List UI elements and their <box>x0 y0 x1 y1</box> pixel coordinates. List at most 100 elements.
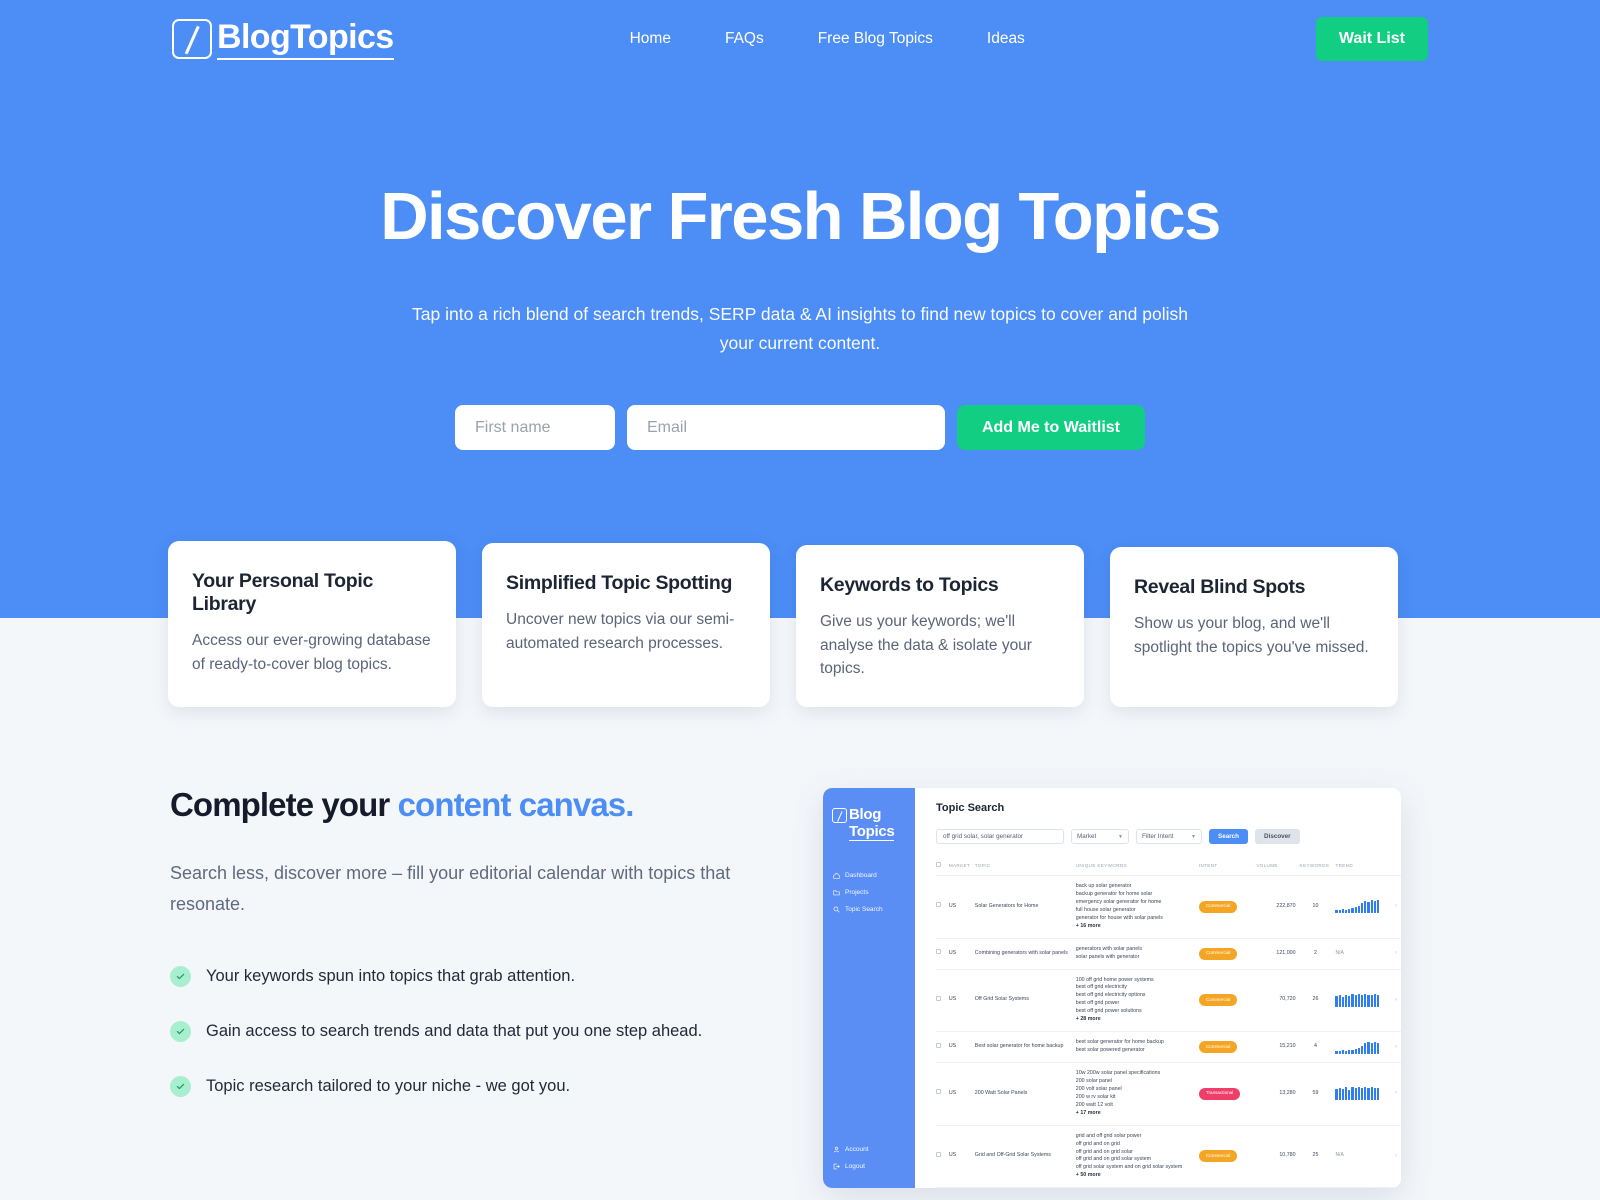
intent-filter-select[interactable]: Filter Intent ▼ <box>1136 829 1202 844</box>
keyword-line: best off grid power solutions <box>1075 1008 1142 1015</box>
table-row[interactable]: US Combining generators with solar panels… <box>936 938 1401 970</box>
sidebar-item-dashboard[interactable]: Dashboard <box>823 867 915 884</box>
checkbox-icon[interactable] <box>936 1089 941 1095</box>
cell-volume: 222,870 <box>1256 875 1300 939</box>
add-me-to-waitlist-button[interactable]: Add Me to Waitlist <box>956 405 1145 451</box>
keyword-more-link[interactable]: + 28 more <box>1076 1016 1195 1024</box>
cell-keyword-count: 2 <box>1299 938 1336 970</box>
keyword-line: off grid solar system and on grid solar … <box>1075 1164 1183 1171</box>
checkbox-icon[interactable] <box>936 1151 941 1157</box>
cell-trend <box>1335 969 1395 1033</box>
checkbox-icon[interactable] <box>936 902 941 908</box>
row-checkbox-cell[interactable] <box>936 1062 949 1126</box>
chevron-right-icon[interactable]: › <box>1395 1153 1397 1159</box>
chevron-right-icon[interactable]: › <box>1395 1044 1397 1050</box>
checkbox-icon[interactable] <box>936 949 941 955</box>
cell-market: US <box>948 875 975 939</box>
cell-row-action[interactable]: › <box>1395 969 1401 1033</box>
keyword-line: 10w 200w solar panel specifications <box>1075 1070 1161 1076</box>
keyword-line: emergency solar generator for home <box>1075 898 1162 905</box>
nav-item-ideas[interactable]: Ideas <box>987 30 1025 48</box>
keyword-line: off grid and on grid solar <box>1075 1148 1133 1155</box>
keyword-more-link[interactable]: + 17 more <box>1076 1110 1195 1118</box>
first-name-input[interactable] <box>455 405 615 451</box>
email-input[interactable] <box>627 405 945 451</box>
cell-intent: Transactional <box>1198 1062 1257 1126</box>
row-checkbox-cell[interactable] <box>936 1031 949 1063</box>
column-header-unique-keywords: UNIQUE KEYWORDS <box>1075 857 1199 876</box>
checkbox-icon[interactable] <box>936 1042 941 1048</box>
table-row[interactable]: US Solar Generators for Home back up solar… <box>936 875 1401 939</box>
chevron-right-icon[interactable]: › <box>1395 997 1397 1003</box>
cell-row-action[interactable]: › <box>1395 875 1401 939</box>
keyword-line: grid and off grid solar power <box>1075 1132 1142 1139</box>
mockup-sidebar-bottom-nav: Account Logout <box>823 1141 915 1188</box>
cell-row-action[interactable]: › <box>1395 1031 1401 1063</box>
cell-market: US <box>948 938 975 970</box>
sidebar-item-logout[interactable]: Logout <box>823 1158 915 1175</box>
cell-row-action[interactable]: › <box>1395 1125 1401 1188</box>
hero-section: BlogTopics Home FAQs Free Blog Topics Id… <box>0 0 1600 707</box>
market-select[interactable]: Market ▼ <box>1071 829 1129 844</box>
cell-trend <box>1335 1062 1395 1126</box>
cell-trend <box>1335 1031 1395 1063</box>
cell-row-action[interactable]: › <box>1395 1062 1401 1126</box>
cell-intent: Commercial <box>1198 875 1257 939</box>
sidebar-item-label: Projects <box>845 889 869 897</box>
sidebar-item-projects[interactable]: Projects <box>823 884 915 901</box>
logout-icon <box>833 1163 840 1170</box>
column-header-keywords: KEYWORDS <box>1299 857 1336 876</box>
trend-sparkline <box>1335 993 1391 1007</box>
row-checkbox-cell[interactable] <box>936 938 949 970</box>
mockup-search-controls: off grid solar, solar generator Market ▼… <box>936 829 1401 844</box>
select-all-checkbox-cell[interactable] <box>936 857 949 876</box>
chevron-right-icon[interactable]: › <box>1395 903 1397 909</box>
list-item: Your keywords spun into topics that grab… <box>170 965 770 987</box>
chevron-right-icon[interactable]: › <box>1395 950 1397 956</box>
table-row[interactable]: US Off Grid Solar Systems 100 off grid hom… <box>936 969 1401 1033</box>
nav-item-home[interactable]: Home <box>630 30 671 48</box>
cell-topic: 200 Watt Solar Panels <box>974 1062 1076 1126</box>
section-subtitle: Search less, discover more – fill your e… <box>170 863 731 914</box>
user-icon <box>833 1146 840 1153</box>
checkbox-icon[interactable] <box>936 862 941 867</box>
sidebar-item-account[interactable]: Account <box>823 1141 915 1158</box>
content-canvas-copy: Complete your content canvas. Search les… <box>170 786 770 1188</box>
checkbox-icon[interactable] <box>936 995 941 1001</box>
hero-subtitle: Tap into a rich blend of search trends, … <box>412 304 1188 353</box>
wait-list-button[interactable]: Wait List <box>1315 17 1428 61</box>
status-badge: Commercial <box>1198 994 1238 1007</box>
discover-button[interactable]: Discover <box>1255 829 1300 844</box>
brand-name: BlogTopics <box>217 18 394 60</box>
folder-icon <box>833 890 840 896</box>
keyword-more-link[interactable]: + 50 more <box>1076 1172 1195 1180</box>
keyword-line: generators with solar panels <box>1075 945 1143 952</box>
table-header: MARKET TOPIC UNIQUE KEYWORDS INTENT VOLU… <box>936 857 1401 876</box>
brand-logo[interactable]: BlogTopics <box>172 18 394 60</box>
keyword-more-link[interactable]: + 16 more <box>1076 923 1195 931</box>
row-checkbox-cell[interactable] <box>936 1125 949 1188</box>
chevron-right-icon[interactable]: › <box>1395 1090 1397 1096</box>
cell-keyword-count: 10 <box>1299 875 1336 939</box>
nav-links: Home FAQs Free Blog Topics Ideas <box>630 30 1025 48</box>
notebook-slash-icon <box>832 808 847 823</box>
search-button[interactable]: Search <box>1209 829 1249 844</box>
cell-row-action[interactable]: › <box>1395 938 1401 970</box>
cell-trend: N/A <box>1335 938 1395 970</box>
table-row[interactable]: US Best solar generator for home backup be… <box>936 1031 1401 1063</box>
list-item: Topic research tailored to your niche - … <box>170 1075 770 1097</box>
row-checkbox-cell[interactable] <box>936 969 949 1033</box>
sidebar-item-topic-search[interactable]: Topic Search <box>823 901 915 918</box>
mockup-sidebar-nav: Dashboard Projects Topic Search <box>823 867 915 918</box>
column-header-intent: INTENT <box>1198 857 1257 876</box>
nav-item-free-blog-topics[interactable]: Free Blog Topics <box>818 30 933 48</box>
table-row[interactable]: US Grid and Off-Grid Solar Systems grid an… <box>936 1125 1401 1188</box>
topic-search-input[interactable]: off grid solar, solar generator <box>936 829 1064 844</box>
market-select-label: Market <box>1077 833 1097 840</box>
nav-item-faqs[interactable]: FAQs <box>725 30 764 48</box>
keyword-line: full house solar generator <box>1075 906 1136 913</box>
row-checkbox-cell[interactable] <box>936 875 949 939</box>
keyword-line: best off grid power <box>1075 1000 1120 1007</box>
cell-unique-keywords: best solar generator for home backup best… <box>1075 1031 1199 1063</box>
table-row[interactable]: US 200 Watt Solar Panels 10w 200w solar pa… <box>936 1062 1401 1126</box>
